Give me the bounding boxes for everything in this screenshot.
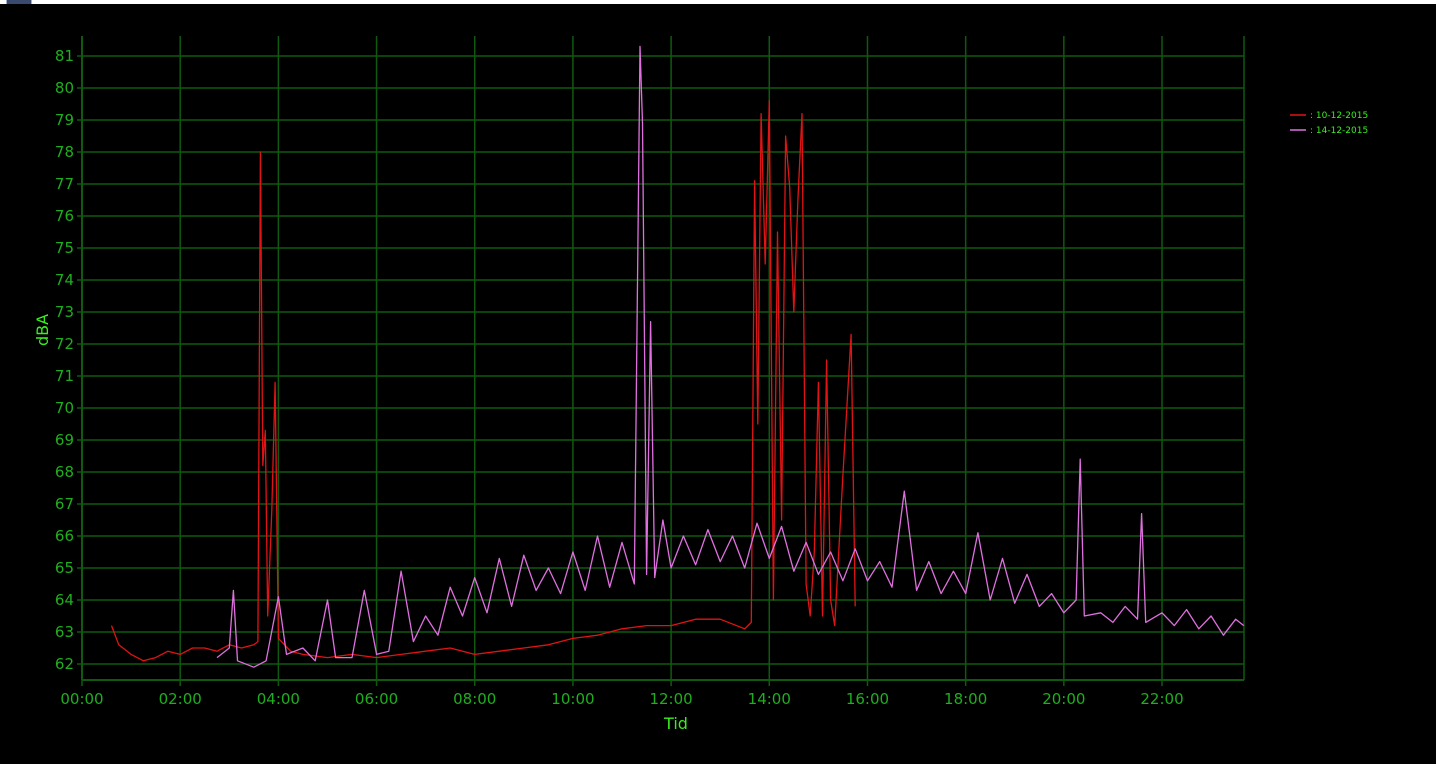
x-tick-label: 12:00 xyxy=(649,690,692,708)
y-tick-label: 64 xyxy=(55,591,74,609)
x-tick-label: 04:00 xyxy=(257,690,300,708)
y-tick-label: 81 xyxy=(55,47,74,65)
x-tick-label: 14:00 xyxy=(748,690,791,708)
y-tick-label: 67 xyxy=(55,495,74,513)
y-tick-label: 74 xyxy=(55,271,74,289)
chart: 62 63 64 65 66 67 68 69 70 71 72 73 74 75 76 77 78 79 80 81… xyxy=(0,5,1436,764)
x-tick-label: 06:00 xyxy=(355,690,398,708)
y-tick-label: 76 xyxy=(55,207,74,225)
y-tick-label: 73 xyxy=(55,303,74,321)
y-tick-label: 65 xyxy=(55,559,74,577)
x-tick-label: 20:00 xyxy=(1042,690,1085,708)
x-tick-label: 10:00 xyxy=(551,690,594,708)
x-tick-label: 18:00 xyxy=(944,690,987,708)
x-tick-label: 02:00 xyxy=(159,690,202,708)
x-tick-label: 00:00 xyxy=(60,690,103,708)
y-tick-label: 75 xyxy=(55,239,74,257)
x-tick-label: 16:00 xyxy=(846,690,889,708)
y-tick-label: 62 xyxy=(55,655,74,673)
x-tick-label: 22:00 xyxy=(1140,690,1183,708)
y-tick-label: 72 xyxy=(55,335,74,353)
y-tick-label: 70 xyxy=(55,399,74,417)
y-tick-label: 80 xyxy=(55,79,74,97)
legend-label: : 10-12-2015 xyxy=(1310,111,1368,121)
y-tick-label: 63 xyxy=(55,623,74,641)
y-tick-label: 78 xyxy=(55,143,74,161)
y-tick-label: 66 xyxy=(55,527,74,545)
x-tick-label: 08:00 xyxy=(453,690,496,708)
y-tick-label: 68 xyxy=(55,463,74,481)
y-axis-title: dBA xyxy=(33,314,52,346)
y-tick-label: 69 xyxy=(55,431,74,449)
y-tick-label: 77 xyxy=(55,175,74,193)
legend-label: : 14-12-2015 xyxy=(1310,126,1368,136)
x-axis-title: Tid xyxy=(663,714,688,733)
y-tick-label: 71 xyxy=(55,367,74,385)
y-tick-label: 79 xyxy=(55,111,74,129)
